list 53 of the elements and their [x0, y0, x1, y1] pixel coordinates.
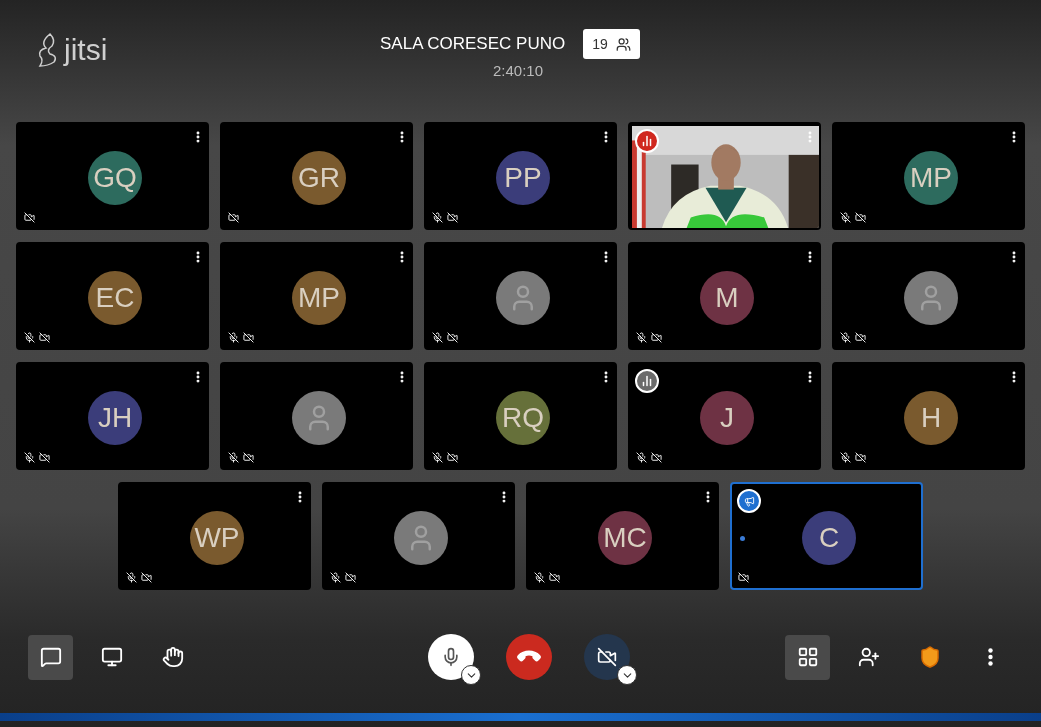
participant-tile[interactable]: MP [220, 242, 413, 350]
participant-tile[interactable] [832, 242, 1025, 350]
participant-tile[interactable]: GQ [16, 122, 209, 230]
meeting-title: SALA CORESEC PUNO [380, 33, 566, 56]
participant-tile[interactable]: EC [16, 242, 209, 350]
avatar: MC [598, 511, 652, 565]
microphone-icon [441, 647, 461, 667]
options-caret-button[interactable] [617, 665, 637, 685]
avatar: MP [904, 151, 958, 205]
avatar: J [700, 391, 754, 445]
avatar: JH [88, 391, 142, 445]
camera-off-icon [597, 647, 617, 667]
hang-up-button[interactable] [506, 634, 552, 680]
tile-view-button[interactable] [785, 634, 830, 680]
avatar: PP [496, 151, 550, 205]
avatar: RQ [496, 391, 550, 445]
participant-tile[interactable]: JH [16, 362, 209, 470]
add-person-icon [857, 646, 880, 668]
avatar: MP [292, 271, 346, 325]
participant-tile[interactable] [220, 362, 413, 470]
chat-button[interactable] [28, 634, 73, 680]
monitor-icon [100, 646, 123, 668]
avatar: C [802, 511, 856, 565]
avatar: EC [88, 271, 142, 325]
participant-tile[interactable]: H [832, 362, 1025, 470]
participant-tile[interactable]: RQ [424, 362, 617, 470]
participant-tile[interactable]: J [628, 362, 821, 470]
participant-tile[interactable]: PP [424, 122, 617, 230]
avatar: GQ [88, 151, 142, 205]
avatar: GR [292, 151, 346, 205]
participant-tile[interactable]: MC [526, 482, 719, 590]
grid-icon [796, 646, 819, 668]
participant-tile[interactable]: GR [220, 122, 413, 230]
speech-bubble-icon [39, 646, 62, 668]
participant-tile[interactable]: C [730, 482, 923, 590]
participant-tile[interactable]: WP [118, 482, 311, 590]
participants-icon [615, 36, 631, 52]
avatar: WP [190, 511, 244, 565]
connection-indicator-icon[interactable] [635, 369, 659, 393]
options-caret-button[interactable] [461, 665, 481, 685]
hand-icon [161, 646, 184, 668]
participant-tile[interactable]: MP [832, 122, 1025, 230]
camera-button[interactable] [584, 634, 630, 680]
logo-text: jitsi [64, 35, 108, 65]
microphone-button[interactable] [428, 634, 474, 680]
participant-tile[interactable] [424, 242, 617, 350]
avatar: H [904, 391, 958, 445]
participant-tile[interactable] [322, 482, 515, 590]
meeting-timer: 2:40:10 [493, 61, 544, 81]
avatar: M [700, 271, 754, 325]
more-icon [988, 648, 993, 666]
participant-count-badge[interactable]: 19 [583, 29, 640, 59]
participant-tile[interactable]: M [628, 242, 821, 350]
